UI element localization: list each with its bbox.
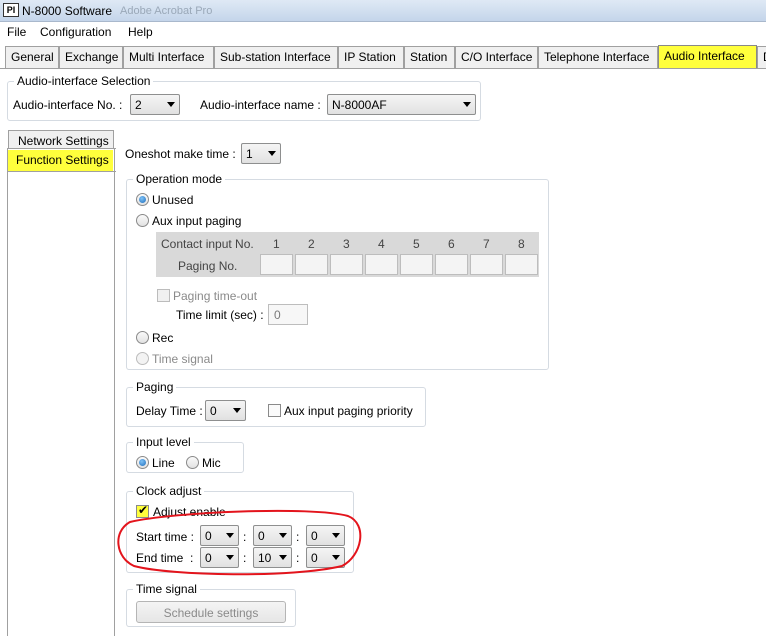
paging-no-cell[interactable]	[470, 254, 503, 275]
main-tab-bar: General Exchange Multi Interface Sub-sta…	[0, 45, 766, 69]
column-header: 7	[483, 237, 490, 251]
audio-interface-name-label: Audio-interface name :	[200, 98, 321, 112]
contact-input-no-label: Contact input No.	[161, 237, 254, 251]
radio-mic[interactable]	[186, 456, 199, 469]
clock-adjust-legend: Clock adjust	[136, 484, 202, 498]
background-window-title: Adobe Acrobat Pro	[120, 5, 213, 17]
delay-time-label: Delay Time :	[136, 404, 203, 418]
radio-rec-label: Rec	[152, 331, 174, 345]
tab-station[interactable]: Station	[404, 46, 455, 68]
paging-no-cell[interactable]	[435, 254, 468, 275]
menu-help[interactable]: Help	[128, 25, 153, 39]
tab-co-interface[interactable]: C/O Interface	[455, 46, 538, 68]
tab-multi-interface[interactable]: Multi Interface	[123, 46, 214, 68]
column-header: 5	[413, 237, 420, 251]
subtab-function-settings[interactable]: Function Settings	[7, 148, 116, 172]
time-limit-label: Time limit (sec) :	[176, 308, 264, 322]
oneshot-make-time-label: Oneshot make time :	[125, 147, 236, 161]
tab-exchange[interactable]: Exchange	[59, 46, 123, 68]
paging-no-cell[interactable]	[295, 254, 328, 275]
audio-interface-name-value: N-8000AF	[332, 98, 387, 112]
column-header: 2	[308, 237, 315, 251]
chevron-down-icon	[463, 102, 471, 107]
time-signal-legend: Time signal	[136, 582, 197, 596]
radio-unused-label: Unused	[152, 193, 194, 207]
aux-input-paging-priority-label: Aux input paging priority	[284, 404, 413, 418]
menu-bar: File Configuration Help	[0, 22, 766, 43]
tab-ip-station[interactable]: IP Station	[338, 46, 404, 68]
chevron-down-icon	[167, 102, 175, 107]
schedule-settings-button[interactable]: Schedule settings	[136, 601, 286, 623]
subtab-panel-edge	[7, 172, 8, 636]
tab-audio-interface[interactable]: Audio Interface	[658, 45, 757, 69]
tab-d[interactable]: D	[757, 46, 766, 68]
paging-no-cell[interactable]	[365, 254, 398, 275]
operation-mode-legend: Operation mode	[136, 172, 223, 186]
subtab-network-settings[interactable]: Network Settings	[8, 130, 114, 150]
chevron-down-icon	[268, 151, 276, 156]
title-bar: PI N-8000 Software Adobe Acrobat Pro	[0, 0, 766, 22]
radio-rec[interactable]	[136, 331, 149, 344]
paging-no-cell[interactable]	[330, 254, 363, 275]
tab-telephone-interface[interactable]: Telephone Interface	[538, 46, 658, 68]
paging-time-out-label: Paging time-out	[173, 289, 258, 303]
radio-mic-label: Mic	[202, 456, 221, 470]
column-header: 1	[273, 237, 280, 251]
audio-interface-no-select[interactable]: 2	[130, 94, 180, 115]
paging-no-cell[interactable]	[505, 254, 538, 275]
oneshot-make-time-select[interactable]: 1	[241, 143, 281, 164]
radio-time-signal[interactable]	[136, 352, 149, 365]
radio-line-label: Line	[152, 456, 175, 470]
time-limit-value: 0	[274, 308, 281, 322]
menu-configuration[interactable]: Configuration	[40, 25, 111, 39]
column-header: 3	[343, 237, 350, 251]
radio-aux-input-paging-label: Aux input paging	[152, 214, 242, 228]
app-icon: PI	[3, 3, 19, 17]
audio-interface-name-select[interactable]: N-8000AF	[327, 94, 476, 115]
column-header: 6	[448, 237, 455, 251]
chevron-down-icon	[233, 408, 241, 413]
delay-time-value: 0	[210, 404, 217, 418]
menu-file[interactable]: File	[7, 25, 26, 39]
window-title: N-8000 Software	[22, 4, 113, 18]
paging-no-label: Paging No.	[178, 259, 238, 273]
time-limit-input[interactable]: 0	[268, 304, 308, 325]
audio-interface-selection-legend: Audio-interface Selection	[17, 74, 151, 88]
audio-interface-no-value: 2	[135, 98, 142, 112]
subtab-function-settings-label: Function Settings	[8, 150, 113, 171]
paging-no-cell[interactable]	[260, 254, 293, 275]
radio-aux-input-paging[interactable]	[136, 214, 149, 227]
paging-time-out-checkbox[interactable]	[157, 289, 170, 302]
radio-time-signal-label: Time signal	[152, 352, 213, 366]
radio-line[interactable]	[136, 456, 149, 469]
tab-general[interactable]: General	[5, 46, 59, 68]
radio-unused[interactable]	[136, 193, 149, 206]
column-header: 4	[378, 237, 385, 251]
paging-no-cell[interactable]	[400, 254, 433, 275]
paging-legend: Paging	[136, 380, 174, 394]
delay-time-select[interactable]: 0	[205, 400, 246, 421]
annotation-ellipse	[117, 509, 362, 576]
audio-interface-no-label: Audio-interface No. :	[13, 98, 123, 112]
input-level-legend: Input level	[136, 435, 191, 449]
tab-sub-station-interface[interactable]: Sub-station Interface	[214, 46, 338, 68]
column-header: 8	[518, 237, 525, 251]
aux-input-paging-priority-checkbox[interactable]	[268, 404, 281, 417]
oneshot-make-time-value: 1	[246, 147, 253, 161]
